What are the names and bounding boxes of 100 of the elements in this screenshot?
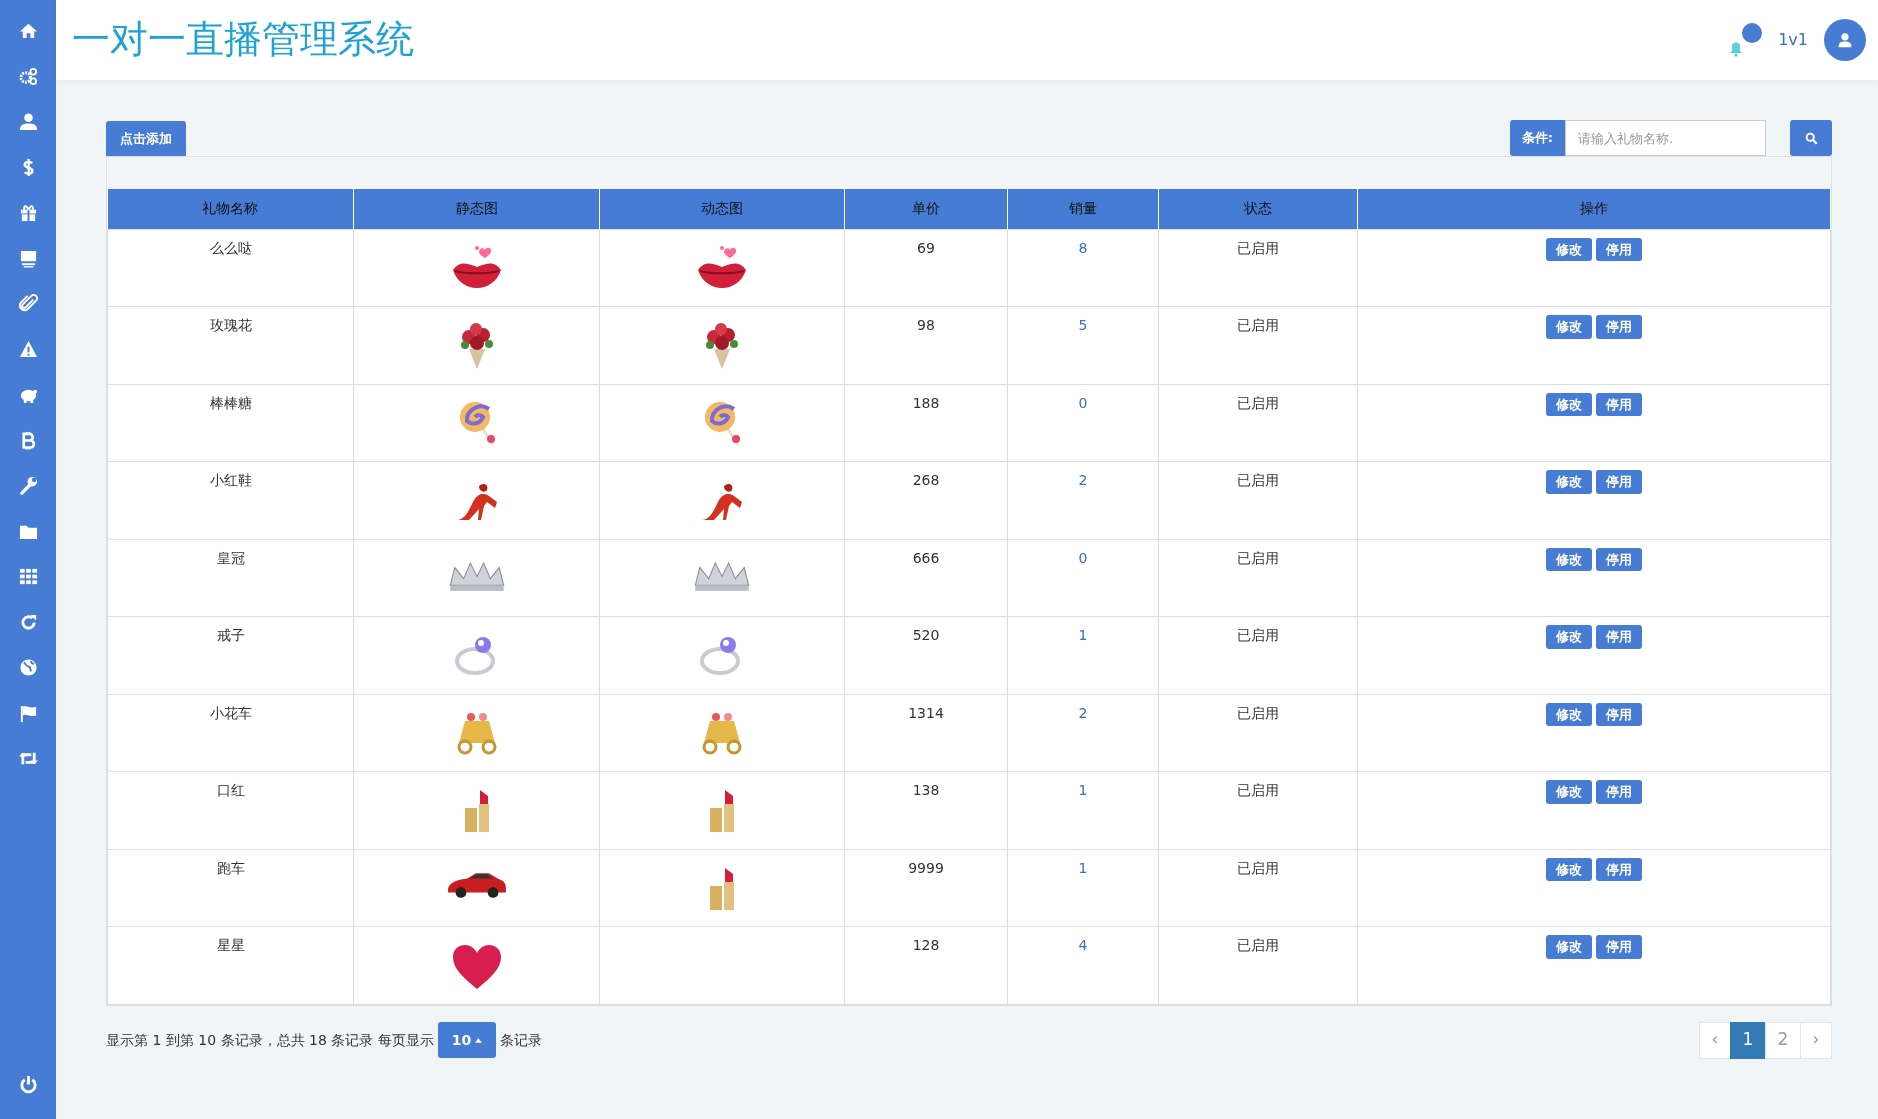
status-text: 已启用 [1237, 394, 1279, 411]
gift-name: 小红鞋 [209, 472, 252, 488]
page-size-dropdown[interactable]: 10 [437, 1022, 497, 1058]
price: 520 [912, 627, 940, 643]
sales-link[interactable]: 2 [1078, 704, 1088, 721]
status-text: 已启用 [1237, 859, 1279, 876]
sales-link[interactable]: 2 [1078, 472, 1088, 488]
edit-button[interactable]: 修改 [1546, 702, 1592, 726]
disable-button[interactable]: 停用 [1596, 857, 1642, 881]
disable-button[interactable]: 停用 [1596, 935, 1642, 959]
gift-name: 跑车 [216, 859, 245, 876]
sales-link[interactable]: 5 [1078, 317, 1088, 333]
caret-icon [475, 1038, 483, 1043]
disable-button[interactable]: 停用 [1596, 315, 1642, 339]
gears-icon[interactable] [18, 66, 38, 86]
sales-link[interactable]: 1 [1078, 782, 1088, 798]
status-text: 已启用 [1237, 239, 1279, 256]
column-header: 礼物名称 [107, 189, 354, 229]
wrench-icon[interactable] [18, 476, 38, 496]
status-text: 已启用 [1237, 782, 1279, 798]
sales-link[interactable]: 1 [1078, 859, 1088, 876]
price: 98 [917, 317, 935, 333]
search-label: 条件: [1509, 120, 1565, 156]
page-link[interactable]: 1 [1730, 1021, 1766, 1059]
price: 9999 [908, 859, 944, 876]
edit-button[interactable]: 修改 [1546, 547, 1592, 571]
flag-icon[interactable] [18, 703, 38, 723]
status-text: 已启用 [1237, 704, 1279, 721]
column-header: 静态图 [353, 189, 600, 229]
gift-name: 小花车 [209, 704, 252, 721]
edit-button[interactable]: 修改 [1546, 315, 1592, 339]
disable-button[interactable]: 停用 [1596, 470, 1642, 494]
disable-button[interactable]: 停用 [1596, 392, 1642, 416]
page-link[interactable]: 2 [1765, 1021, 1801, 1059]
refresh-icon[interactable] [18, 612, 38, 632]
sales-link[interactable]: 8 [1078, 239, 1088, 256]
disable-button[interactable]: 停用 [1596, 702, 1642, 726]
paperclip-icon[interactable] [18, 294, 38, 314]
grid-icon[interactable] [18, 567, 38, 587]
sales-link[interactable]: 0 [1078, 394, 1088, 411]
disable-button[interactable]: 停用 [1596, 547, 1642, 571]
price: 666 [912, 549, 940, 566]
status-text: 已启用 [1237, 937, 1279, 953]
sales-link[interactable]: 1 [1078, 627, 1088, 643]
warning-icon[interactable] [18, 339, 38, 359]
status-text: 已启用 [1237, 549, 1279, 566]
gift-name: 星星 [216, 937, 245, 953]
column-header: 动态图 [599, 189, 845, 229]
gift-name: 皇冠 [216, 549, 245, 566]
disable-button[interactable]: 停用 [1596, 780, 1642, 804]
edit-button[interactable]: 修改 [1546, 857, 1592, 881]
price: 1314 [908, 704, 944, 721]
gift-car-drawing [446, 871, 507, 899]
gift-name: 口红 [216, 782, 245, 798]
column-header: 单价 [844, 189, 1008, 229]
disable-button[interactable]: 停用 [1596, 625, 1642, 649]
search-button[interactable] [1790, 120, 1832, 156]
home-icon[interactable] [18, 21, 38, 41]
avatar[interactable] [1824, 19, 1866, 61]
app-title: 一对一直播管理系统 [72, 17, 414, 63]
gift-name: 玫瑰花 [209, 317, 252, 333]
record-summary: 显示第 1 到第 10 条记录，总共 18 条记录 每页显示 [106, 1030, 434, 1050]
username: 1v1 [1778, 29, 1808, 51]
add-button[interactable]: 点击添加 [106, 121, 186, 156]
monitor-icon[interactable] [18, 248, 38, 268]
edit-button[interactable]: 修改 [1546, 237, 1592, 261]
column-header: 状态 [1158, 189, 1358, 229]
price: 268 [912, 472, 940, 488]
price: 138 [912, 782, 940, 798]
gift-icon[interactable] [18, 203, 38, 223]
power-icon[interactable] [18, 1074, 38, 1094]
sales-link[interactable]: 4 [1078, 937, 1088, 953]
gift-name: 棒棒糖 [209, 394, 252, 411]
price: 69 [917, 239, 935, 256]
user-icon [1837, 32, 1853, 48]
column-header: 操作 [1357, 189, 1831, 229]
gift-name: 戒子 [216, 627, 245, 643]
next-page-link[interactable]: › [1800, 1021, 1832, 1059]
price: 128 [912, 937, 940, 953]
sales-link[interactable]: 0 [1078, 549, 1088, 566]
previous-page-link[interactable]: ‹ [1699, 1021, 1731, 1059]
column-header: 销量 [1007, 189, 1159, 229]
globe-icon[interactable] [18, 658, 38, 678]
price: 188 [912, 394, 940, 411]
status-text: 已启用 [1237, 472, 1279, 488]
gift-name: 么么哒 [209, 239, 252, 256]
status-text: 已启用 [1237, 627, 1279, 643]
record-summary-end: 条记录 [500, 1030, 543, 1050]
search-icon [1804, 131, 1818, 145]
edit-button[interactable]: 修改 [1546, 625, 1592, 649]
gift-crown-drawing [694, 561, 750, 592]
edit-button[interactable]: 修改 [1546, 470, 1592, 494]
gift-crown-drawing [448, 561, 505, 592]
disable-button[interactable]: 停用 [1596, 237, 1642, 261]
edit-button[interactable]: 修改 [1546, 392, 1592, 416]
search-field[interactable]: 请输入礼物名称. [1565, 120, 1766, 156]
user-icon[interactable] [18, 112, 38, 132]
edit-button[interactable]: 修改 [1546, 935, 1592, 959]
status-text: 已启用 [1237, 317, 1279, 333]
edit-button[interactable]: 修改 [1546, 780, 1592, 804]
